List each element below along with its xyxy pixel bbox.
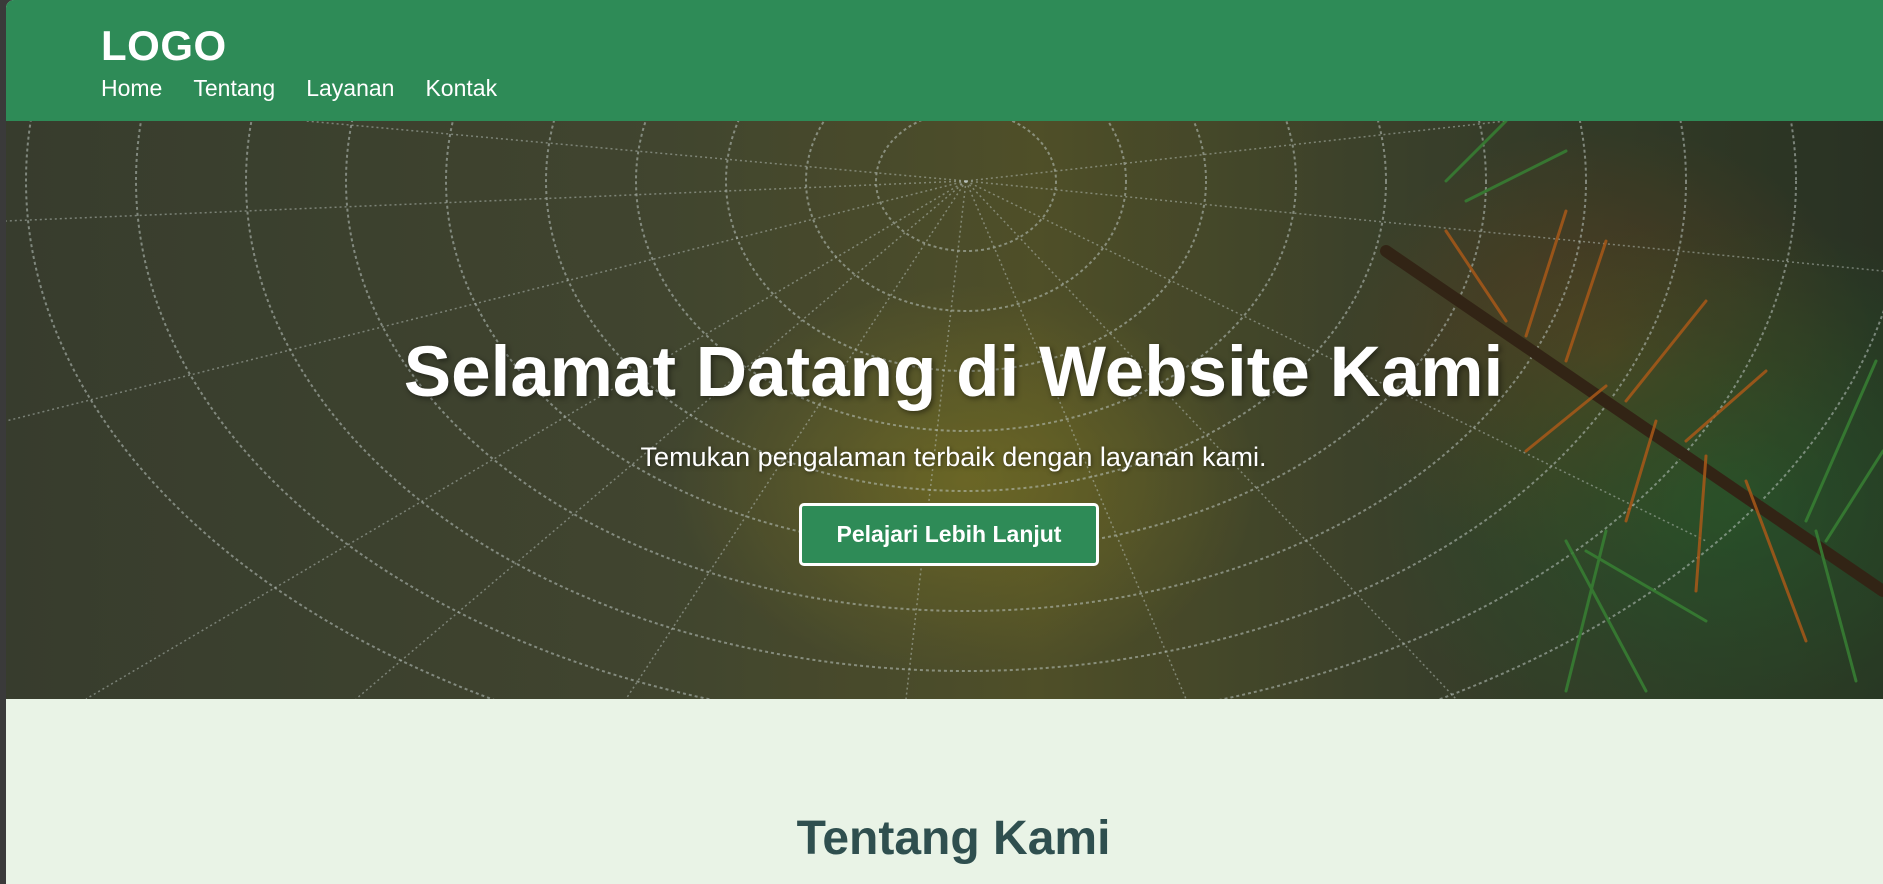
nav-link-layanan[interactable]: Layanan [306, 75, 394, 101]
hero-subtitle: Temukan pengalaman terbaik dengan layana… [640, 442, 1267, 472]
hero-content: Selamat Datang di Website Kami Temukan p… [6, 121, 1883, 699]
navbar: LOGO Home Tentang Layanan Kontak [6, 0, 1883, 121]
hero-section: Selamat Datang di Website Kami Temukan p… [6, 121, 1883, 699]
nav-link-kontak[interactable]: Kontak [425, 75, 497, 101]
learn-more-button[interactable]: Pelajari Lebih Lanjut [799, 503, 1099, 566]
about-title: Tentang Kami [796, 812, 1111, 865]
about-section: Tentang Kami [6, 699, 1883, 884]
browser-viewport: LOGO Home Tentang Layanan Kontak Selamat… [6, 0, 1883, 884]
logo[interactable]: LOGO [101, 22, 1883, 70]
nav-menu: Home Tentang Layanan Kontak [101, 75, 1883, 101]
hero-title: Selamat Datang di Website Kami [403, 333, 1504, 412]
nav-link-home[interactable]: Home [101, 75, 162, 101]
nav-link-tentang[interactable]: Tentang [193, 75, 275, 101]
